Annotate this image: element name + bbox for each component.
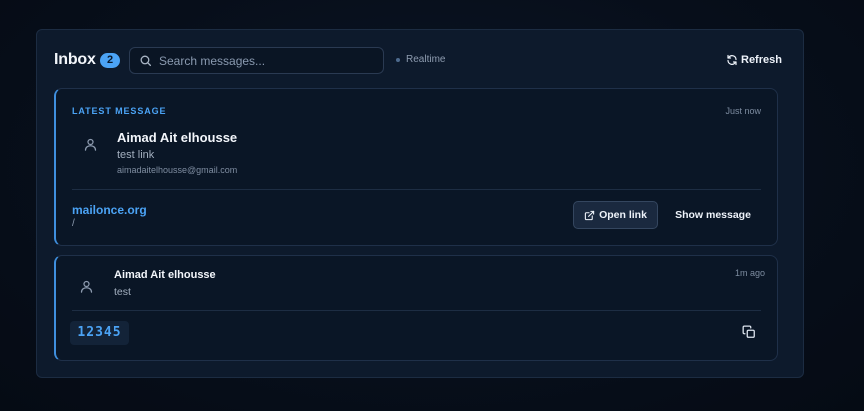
show-message-button[interactable]: Show message <box>668 201 758 229</box>
sender-email: aimadaitelhousse@gmail.com <box>117 165 238 175</box>
open-link-button[interactable]: Open link <box>573 201 658 229</box>
search-icon <box>140 55 152 67</box>
message-time: Just now <box>725 106 761 116</box>
search-input[interactable] <box>159 51 379 71</box>
search-box[interactable] <box>129 47 384 74</box>
inbox-header: Inbox 2 Realtime Refresh <box>37 30 803 88</box>
copy-code-button[interactable] <box>742 325 758 341</box>
refresh-button[interactable]: Refresh <box>726 52 782 68</box>
show-message-label: Show message <box>675 209 751 221</box>
inbox-title: Inbox <box>54 51 96 68</box>
latest-message-card[interactable]: LATEST MESSAGE Just now Aimad Ait elhous… <box>54 88 778 246</box>
avatar <box>74 128 106 160</box>
divider <box>72 189 761 190</box>
external-link-icon <box>584 210 595 220</box>
link-path: / <box>72 218 75 229</box>
link-domain[interactable]: mailonce.org <box>72 203 147 217</box>
user-icon <box>84 138 96 151</box>
message-subject: test link <box>117 149 155 161</box>
sender-name: Aimad Ait elhousse <box>114 269 216 281</box>
sender-name: Aimad Ait elhousse <box>117 130 238 145</box>
divider <box>72 310 761 311</box>
realtime-label: Realtime <box>406 54 446 65</box>
user-icon <box>80 280 92 293</box>
verification-code[interactable]: 12345 <box>70 321 129 345</box>
unread-count-badge: 2 <box>100 53 120 68</box>
avatar <box>70 270 102 302</box>
copy-icon <box>742 325 755 338</box>
inbox-panel: Inbox 2 Realtime Refresh LATEST MESSAGE … <box>36 29 804 378</box>
realtime-indicator-dot <box>396 58 400 62</box>
message-time: 1m ago <box>734 268 765 278</box>
refresh-icon <box>727 54 737 66</box>
open-link-label: Open link <box>599 209 647 221</box>
latest-message-label: LATEST MESSAGE <box>72 106 167 116</box>
message-subject: test <box>114 286 131 298</box>
message-card[interactable]: Aimad Ait elhousse test 1m ago 12345 <box>54 255 778 361</box>
refresh-label: Refresh <box>741 54 782 66</box>
